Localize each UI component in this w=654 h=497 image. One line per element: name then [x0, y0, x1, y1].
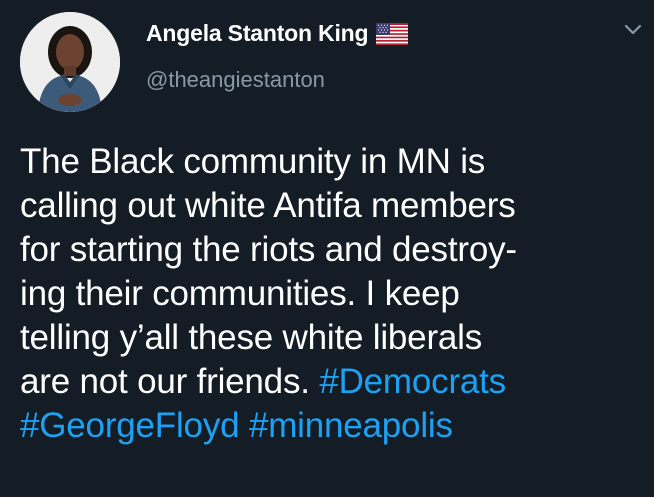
- hashtag-minneapolis-link[interactable]: #minneapolis: [249, 406, 453, 445]
- us-flag-icon: [376, 22, 409, 45]
- author-name-row: Angela Stanton King: [146, 20, 409, 47]
- tweet-card: Angela Stanton King @theangiestanton The…: [0, 0, 654, 497]
- display-name[interactable]: Angela Stanton King: [146, 20, 369, 47]
- avatar[interactable]: [20, 12, 120, 112]
- tweet-line: are not our friends. #Democrats: [20, 360, 646, 404]
- tweet-line-text: telling y’all these white liberals: [20, 318, 483, 357]
- hashtag-democrats-link[interactable]: #Democrats: [319, 362, 506, 401]
- tweet-line-space: [239, 406, 249, 445]
- tweet-line-text: calling out white Antifa members: [20, 186, 516, 225]
- tweet-line: #GeorgeFloyd #minneapolis: [20, 404, 646, 448]
- profile-photo-icon: [20, 12, 120, 112]
- tweet-line: The Black community in MN is: [20, 140, 646, 184]
- tweet-text: The Black community in MN is calling out…: [20, 140, 646, 448]
- tweet-line-text: for starting the riots and destroy-: [20, 230, 517, 269]
- tweet-line-text: are not our friends.: [20, 362, 320, 401]
- tweet-line: telling y’all these white liberals: [20, 316, 646, 360]
- tweet-line: for starting the riots and destroy-: [20, 228, 646, 272]
- author-handle[interactable]: @theangiestanton: [146, 67, 325, 93]
- tweet-line: ing their communities. I keep: [20, 272, 646, 316]
- hashtag-georgefloyd-link[interactable]: #GeorgeFloyd: [20, 406, 240, 445]
- tweet-line: calling out white Antifa members: [20, 184, 646, 228]
- tweet-line-text: The Black community in MN is: [20, 142, 486, 181]
- chevron-down-icon[interactable]: [622, 22, 644, 38]
- tweet-line-text: ing their communities. I keep: [20, 274, 460, 313]
